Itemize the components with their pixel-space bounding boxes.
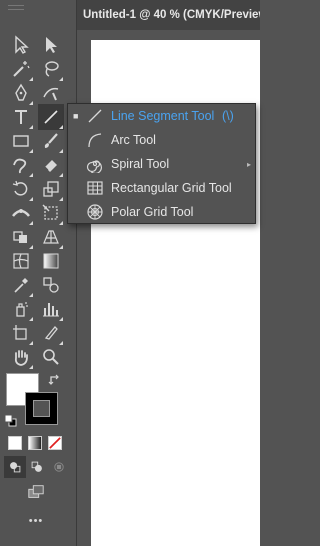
rectangle-tool-icon[interactable]	[8, 128, 34, 154]
flyout-item-arc[interactable]: Arc Tool	[68, 128, 255, 152]
flyout-item-rectangular-grid[interactable]: Rectangular Grid Tool	[68, 176, 255, 200]
tools-panel: •••	[0, 0, 77, 546]
swap-fill-stroke-icon[interactable]	[48, 373, 62, 387]
submenu-arrow-icon: ▸	[246, 159, 251, 169]
symbol-sprayer-tool-icon[interactable]	[8, 296, 34, 322]
magic-wand-tool-icon[interactable]	[8, 56, 34, 82]
column-graph-tool-icon[interactable]	[38, 296, 64, 322]
default-fill-stroke-icon[interactable]	[4, 414, 18, 428]
color-mode-button[interactable]	[8, 436, 22, 450]
line-segment-tool-icon[interactable]	[38, 104, 64, 130]
line-tool-flyout: ■ Line Segment Tool (\) Arc Tool Spiral …	[67, 103, 256, 224]
edit-toolbar-button[interactable]: •••	[24, 515, 48, 527]
flyout-item-spiral[interactable]: Spiral Tool ▸	[68, 152, 255, 176]
rectangular-grid-icon	[87, 181, 103, 195]
arc-icon	[88, 133, 102, 148]
flyout-item-label: Arc Tool	[111, 133, 156, 147]
polar-grid-icon	[87, 204, 103, 220]
document-tab[interactable]: Untitled-1 @ 40 % (CMYK/Preview	[77, 0, 260, 30]
eraser-tool-icon[interactable]	[38, 152, 64, 178]
shortcut-label: (\)	[222, 109, 234, 123]
artboard-tool-icon[interactable]	[8, 320, 34, 346]
paintbrush-tool-icon[interactable]	[38, 128, 64, 154]
shape-builder-tool-icon[interactable]	[8, 224, 34, 250]
flyout-item-label: Spiral Tool	[111, 157, 170, 171]
rotate-tool-icon[interactable]	[8, 176, 34, 202]
selection-tool-icon[interactable]	[8, 32, 34, 58]
flyout-item-polar-grid[interactable]: Polar Grid Tool	[68, 200, 255, 224]
draw-behind-icon[interactable]	[26, 456, 48, 478]
zoom-tool-icon[interactable]	[38, 344, 64, 370]
gradient-tool-icon[interactable]	[38, 248, 64, 274]
scale-tool-icon[interactable]	[38, 176, 64, 202]
lasso-tool-icon[interactable]	[38, 56, 64, 82]
flyout-item-label: Polar Grid Tool	[111, 205, 194, 219]
panel-grip[interactable]	[8, 5, 24, 10]
mesh-tool-icon[interactable]	[8, 248, 34, 274]
perspective-grid-tool-icon[interactable]	[38, 224, 64, 250]
width-tool-icon[interactable]	[8, 200, 34, 226]
gradient-mode-button[interactable]	[28, 436, 42, 450]
none-mode-button[interactable]	[48, 436, 62, 450]
flyout-item-label: Line Segment Tool	[111, 109, 215, 123]
line-segment-icon	[88, 109, 102, 123]
slice-tool-icon[interactable]	[38, 320, 64, 346]
draw-normal-icon[interactable]	[4, 456, 26, 478]
stroke-swatch[interactable]	[25, 392, 58, 425]
eyedropper-tool-icon[interactable]	[8, 272, 34, 298]
flyout-item-label: Rectangular Grid Tool	[111, 181, 232, 195]
free-transform-tool-icon[interactable]	[38, 200, 64, 226]
current-tool-marker: ■	[73, 111, 79, 121]
blend-tool-icon[interactable]	[38, 272, 64, 298]
screen-mode-icon[interactable]	[22, 480, 50, 504]
hand-tool-icon[interactable]	[8, 344, 34, 370]
direct-selection-tool-icon[interactable]	[38, 32, 64, 58]
curvature-tool-icon[interactable]	[38, 80, 64, 106]
draw-inside-icon[interactable]	[48, 456, 70, 478]
type-tool-icon[interactable]	[8, 104, 34, 130]
spiral-icon	[86, 160, 102, 173]
pen-tool-icon[interactable]	[8, 80, 34, 106]
shaper-tool-icon[interactable]	[8, 152, 34, 178]
flyout-item-line-segment[interactable]: ■ Line Segment Tool (\)	[68, 104, 255, 128]
